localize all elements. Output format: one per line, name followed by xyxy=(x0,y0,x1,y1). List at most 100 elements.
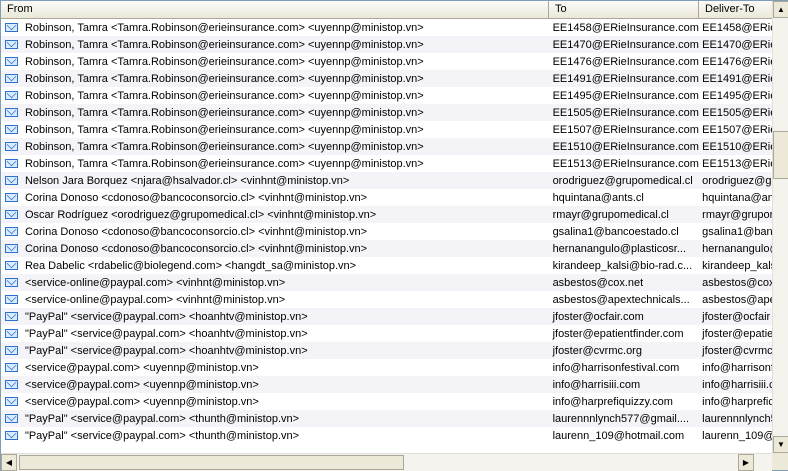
to-cell: EE1458@ERieInsurance.com xyxy=(552,21,699,34)
deliver-to-cell: EE1513@ERieI xyxy=(702,157,772,170)
scrollbar-corner xyxy=(772,453,788,470)
column-header-deliver-to[interactable]: Deliver-To xyxy=(699,1,772,18)
scroll-right-button[interactable]: ▶ xyxy=(738,454,754,471)
deliver-to-cell: EE1491@ERieI xyxy=(702,72,772,85)
from-cell: Robinson, Tamra <Tamra.Robinson@erieinsu… xyxy=(24,123,424,136)
to-cell: jfoster@epatientfinder.com xyxy=(552,327,684,340)
vertical-scroll-thumb[interactable] xyxy=(773,131,788,179)
from-cell: Robinson, Tamra <Tamra.Robinson@erieinsu… xyxy=(24,89,424,102)
message-row[interactable]: Corina Donoso <cdonoso@bancoconsorcio.cl… xyxy=(1,223,772,240)
envelope-icon xyxy=(1,244,23,253)
to-cell: EE1513@ERieInsurance.com xyxy=(552,157,699,170)
message-row[interactable]: "PayPal" <service@paypal.com> <hoanhtv@m… xyxy=(1,325,772,342)
to-cell: EE1507@ERieInsurance.com xyxy=(552,123,699,136)
deliver-to-cell: info@harprefic xyxy=(702,395,772,408)
envelope-icon xyxy=(1,227,23,236)
message-row[interactable]: Nelson Jara Borquez <njara@hsalvador.cl>… xyxy=(1,172,772,189)
envelope-icon xyxy=(1,176,23,185)
from-cell: Corina Donoso <cdonoso@bancoconsorcio.cl… xyxy=(24,242,368,255)
message-row[interactable]: <service@paypal.com> <uyennp@ministop.vn… xyxy=(1,393,772,410)
envelope-icon xyxy=(1,397,23,406)
column-header-to[interactable]: To xyxy=(549,1,699,18)
envelope-icon xyxy=(1,74,23,83)
envelope-icon xyxy=(1,91,23,100)
deliver-to-cell: EE1476@ERieI xyxy=(702,55,772,68)
from-cell: Robinson, Tamra <Tamra.Robinson@erieinsu… xyxy=(24,140,424,153)
from-cell: Robinson, Tamra <Tamra.Robinson@erieinsu… xyxy=(24,21,424,34)
to-cell: hquintana@ants.cl xyxy=(552,191,644,204)
from-cell: Oscar Rodríguez <orodriguez@grupomedical… xyxy=(24,208,377,221)
deliver-to-cell: jfoster@cvrmc xyxy=(702,344,772,357)
message-row[interactable]: Robinson, Tamra <Tamra.Robinson@erieinsu… xyxy=(1,53,772,70)
from-cell: Robinson, Tamra <Tamra.Robinson@erieinsu… xyxy=(24,38,424,51)
to-cell: info@harrisonfestival.com xyxy=(552,361,680,374)
envelope-icon xyxy=(1,210,23,219)
to-cell: orodriguez@grupomedical.cl xyxy=(552,174,693,187)
scroll-left-button[interactable]: ◀ xyxy=(1,454,17,471)
message-row[interactable]: Corina Donoso <cdonoso@bancoconsorcio.cl… xyxy=(1,189,772,206)
deliver-to-cell: EE1505@ERieI xyxy=(702,106,772,119)
message-row[interactable]: "PayPal" <service@paypal.com> <thunth@mi… xyxy=(1,410,772,427)
horizontal-scroll-thumb[interactable] xyxy=(19,455,404,470)
deliver-to-cell: asbestos@ape xyxy=(702,293,772,306)
deliver-to-cell: rmayr@grupor xyxy=(702,208,772,221)
to-cell: EE1476@ERieInsurance.com xyxy=(552,55,699,68)
message-row[interactable]: "PayPal" <service@paypal.com> <thunth@mi… xyxy=(1,427,772,444)
envelope-icon xyxy=(1,142,23,151)
from-cell: Nelson Jara Borquez <njara@hsalvador.cl>… xyxy=(24,174,350,187)
to-cell: EE1505@ERieInsurance.com xyxy=(552,106,699,119)
deliver-to-cell: laurennnlynch5 xyxy=(702,412,772,425)
message-row[interactable]: Robinson, Tamra <Tamra.Robinson@erieinsu… xyxy=(1,87,772,104)
message-row[interactable]: Oscar Rodríguez <orodriguez@grupomedical… xyxy=(1,206,772,223)
envelope-icon xyxy=(1,278,23,287)
message-row[interactable]: Robinson, Tamra <Tamra.Robinson@erieinsu… xyxy=(1,19,772,36)
message-row[interactable]: Corina Donoso <cdonoso@bancoconsorcio.cl… xyxy=(1,240,772,257)
message-row[interactable]: <service-online@paypal.com> <vinhnt@mini… xyxy=(1,291,772,308)
from-cell: "PayPal" <service@paypal.com> <hoanhtv@m… xyxy=(24,344,308,357)
vertical-scrollbar[interactable]: ▲ ▼ xyxy=(772,1,788,453)
from-cell: Robinson, Tamra <Tamra.Robinson@erieinsu… xyxy=(24,55,424,68)
deliver-to-cell: hernanangulo@ xyxy=(702,242,772,255)
horizontal-scrollbar[interactable]: ◀ ▶ xyxy=(1,453,772,471)
envelope-icon xyxy=(1,431,23,440)
column-header-from[interactable]: From xyxy=(1,1,549,18)
deliver-to-cell: kirandeep_kals xyxy=(702,259,772,272)
deliver-to-cell: EE1495@ERieI xyxy=(702,89,772,102)
to-cell: hernanangulo@plasticosr... xyxy=(552,242,687,255)
message-row[interactable]: Robinson, Tamra <Tamra.Robinson@erieinsu… xyxy=(1,36,772,53)
from-cell: Corina Donoso <cdonoso@bancoconsorcio.cl… xyxy=(24,191,368,204)
column-header: From To Deliver-To xyxy=(1,1,772,19)
message-row[interactable]: Rea Dabelic <rdabelic@biolegend.com> <ha… xyxy=(1,257,772,274)
deliver-to-cell: info@harrisonf xyxy=(702,361,772,374)
envelope-icon xyxy=(1,261,23,270)
envelope-icon xyxy=(1,414,23,423)
to-cell: laurenn_109@hotmail.com xyxy=(552,429,685,442)
message-row[interactable]: "PayPal" <service@paypal.com> <hoanhtv@m… xyxy=(1,308,772,325)
to-cell: EE1470@ERieInsurance.com xyxy=(552,38,699,51)
message-row[interactable]: <service@paypal.com> <uyennp@ministop.vn… xyxy=(1,359,772,376)
envelope-icon xyxy=(1,23,23,32)
message-row[interactable]: "PayPal" <service@paypal.com> <hoanhtv@m… xyxy=(1,342,772,359)
scroll-up-button[interactable]: ▲ xyxy=(773,1,788,18)
message-row[interactable]: Robinson, Tamra <Tamra.Robinson@erieinsu… xyxy=(1,155,772,172)
from-cell: Robinson, Tamra <Tamra.Robinson@erieinsu… xyxy=(24,157,424,170)
envelope-icon xyxy=(1,329,23,338)
message-list-window: From To Deliver-To Robinson, Tamra <Tamr… xyxy=(0,0,788,471)
message-row[interactable]: <service-online@paypal.com> <vinhnt@mini… xyxy=(1,274,772,291)
message-row[interactable]: Robinson, Tamra <Tamra.Robinson@erieinsu… xyxy=(1,121,772,138)
deliver-to-cell: jfoster@ocfair xyxy=(702,310,771,323)
to-cell: EE1491@ERieInsurance.com xyxy=(552,72,699,85)
scroll-down-button[interactable]: ▼ xyxy=(773,436,788,453)
message-row[interactable]: Robinson, Tamra <Tamra.Robinson@erieinsu… xyxy=(1,104,772,121)
to-cell: EE1510@ERieInsurance.com xyxy=(552,140,699,153)
message-row[interactable]: Robinson, Tamra <Tamra.Robinson@erieinsu… xyxy=(1,70,772,87)
to-cell: kirandeep_kalsi@bio-rad.c... xyxy=(552,259,693,272)
from-cell: "PayPal" <service@paypal.com> <hoanhtv@m… xyxy=(24,327,308,340)
from-cell: Robinson, Tamra <Tamra.Robinson@erieinsu… xyxy=(24,106,424,119)
message-row[interactable]: Robinson, Tamra <Tamra.Robinson@erieinsu… xyxy=(1,138,772,155)
from-cell: <service-online@paypal.com> <vinhnt@mini… xyxy=(24,276,286,289)
envelope-icon xyxy=(1,312,23,321)
envelope-icon xyxy=(1,40,23,49)
message-row[interactable]: <service@paypal.com> <uyennp@ministop.vn… xyxy=(1,376,772,393)
envelope-icon xyxy=(1,193,23,202)
